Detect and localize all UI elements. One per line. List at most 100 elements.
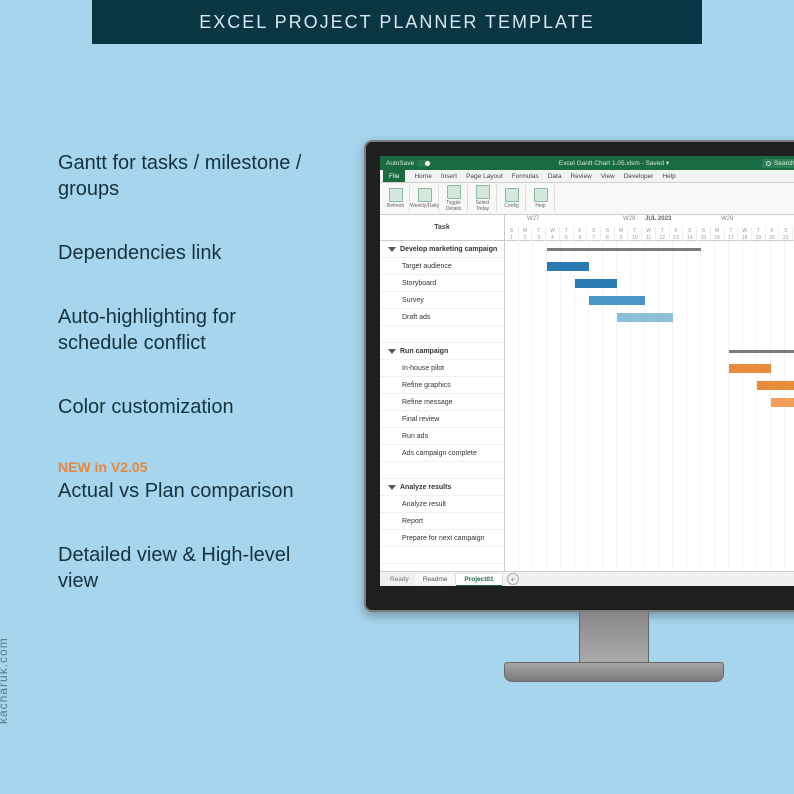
search-icon <box>766 161 771 166</box>
excel-menu: File Home Insert Page Layout Formulas Data Rev… <box>380 170 794 183</box>
gantt-bar[interactable] <box>575 279 617 288</box>
menu-view[interactable]: View <box>601 173 615 180</box>
ribbon-label: Refresh <box>387 203 405 209</box>
task-row[interactable]: Target audience <box>380 258 504 275</box>
ribbon-label: Config <box>504 203 518 209</box>
gantt-bar[interactable] <box>547 262 589 271</box>
menu-developer[interactable]: Developer <box>624 173 654 180</box>
monitor-bezel: AutoSave Excel Gantt Chart 1.05.xlsm - S… <box>364 140 794 612</box>
ribbon-label: Weekly/Daily <box>410 203 439 209</box>
ribbon-icon <box>534 188 548 202</box>
gantt-bar[interactable] <box>729 350 794 353</box>
gantt-bar[interactable] <box>617 313 673 322</box>
task-row[interactable]: Prepare for next campaign <box>380 530 504 547</box>
task-row[interactable]: Analyze result <box>380 496 504 513</box>
day-header: W11 <box>642 227 656 241</box>
menu-page-layout[interactable]: Page Layout <box>466 173 503 180</box>
task-column: Task Develop marketing campaignTarget au… <box>380 215 505 571</box>
gantt-bar[interactable] <box>589 296 645 305</box>
collapse-icon[interactable] <box>388 349 396 354</box>
task-row[interactable]: Run ads <box>380 428 504 445</box>
day-header: S1 <box>505 227 519 241</box>
feature-text: Dependencies link <box>58 240 318 266</box>
ribbon-weekly-daily[interactable]: Weekly/Daily <box>411 185 439 212</box>
grid-column <box>729 241 743 571</box>
grid-column <box>701 241 715 571</box>
timeline: W27 JUL 2023 W28 W29 S1M2T3W4T5F6S7S8M9T… <box>505 215 794 571</box>
grid-column <box>533 241 547 571</box>
ribbon-select-today[interactable]: Select Today <box>469 185 497 212</box>
ribbon-label: Toggle Details <box>440 200 467 212</box>
autosave-toggle[interactable]: AutoSave <box>386 160 431 167</box>
search-placeholder: Search <box>774 160 794 167</box>
grid-column <box>645 241 659 571</box>
ribbon-icon <box>505 188 519 202</box>
monitor-stand-neck <box>579 612 649 662</box>
task-group[interactable]: Run campaign <box>380 343 504 360</box>
grid-column <box>575 241 589 571</box>
day-header: S21 <box>779 227 793 241</box>
gantt-bar[interactable] <box>771 398 794 407</box>
grid-column <box>561 241 575 571</box>
autosave-label: AutoSave <box>386 160 414 167</box>
gantt-bar[interactable] <box>729 364 771 373</box>
day-header: M2 <box>519 227 533 241</box>
grid-column <box>519 241 533 571</box>
day-header: T19 <box>752 227 766 241</box>
day-row: S1M2T3W4T5F6S7S8M9T10W11T12F13S14S15M16T… <box>505 227 794 241</box>
spacer-row <box>380 462 504 479</box>
task-row[interactable]: Report <box>380 513 504 530</box>
feature-item: Color customization <box>58 394 318 420</box>
sheet-tab-readme[interactable]: Readme <box>415 574 457 585</box>
task-row[interactable]: Ads campaign complete <box>380 445 504 462</box>
grid-column <box>631 241 645 571</box>
spacer-row <box>380 326 504 343</box>
menu-insert[interactable]: Insert <box>441 173 457 180</box>
new-badge: NEW in V2.05 <box>58 458 318 476</box>
collapse-icon[interactable] <box>388 247 396 252</box>
feature-list: Gantt for tasks / milestone / groups Depe… <box>58 150 318 632</box>
task-row[interactable]: In-house pilot <box>380 360 504 377</box>
week-label: W27 <box>527 216 539 222</box>
menu-help[interactable]: Help <box>662 173 675 180</box>
month-label: JUL 2023 <box>645 216 671 222</box>
grid-column <box>743 241 757 571</box>
task-row[interactable]: Refine graphics <box>380 377 504 394</box>
task-row[interactable]: Draft ads <box>380 309 504 326</box>
task-row[interactable]: Storyboard <box>380 275 504 292</box>
ribbon-config[interactable]: Config <box>498 185 526 212</box>
menu-home[interactable]: Home <box>414 173 431 180</box>
task-row[interactable]: Survey <box>380 292 504 309</box>
week-label: W29 <box>721 216 733 222</box>
menu-data[interactable]: Data <box>548 173 562 180</box>
add-sheet-button[interactable]: + <box>507 573 519 585</box>
menu-review[interactable]: Review <box>570 173 591 180</box>
gantt-bar[interactable] <box>757 381 794 390</box>
gantt-bar[interactable] <box>547 248 701 251</box>
task-group[interactable]: Analyze results <box>380 479 504 496</box>
search-box[interactable]: Search <box>762 159 794 168</box>
ribbon-help[interactable]: Help <box>527 185 555 212</box>
day-header: M16 <box>711 227 725 241</box>
menu-file[interactable]: File <box>383 170 405 182</box>
day-header: W18 <box>738 227 752 241</box>
grid-column <box>757 241 771 571</box>
toggle-icon[interactable] <box>417 160 431 167</box>
day-header: W4 <box>546 227 560 241</box>
task-group[interactable]: Develop marketing campaign <box>380 241 504 258</box>
feature-item: Gantt for tasks / milestone / groups <box>58 150 318 202</box>
ribbon-toggle-details[interactable]: Toggle Details <box>440 185 468 212</box>
ribbon-refresh[interactable]: Refresh <box>382 185 410 212</box>
task-header: Task <box>380 215 504 241</box>
week-label: W28 <box>623 216 635 222</box>
task-row[interactable]: Refine message <box>380 394 504 411</box>
grid-column <box>589 241 603 571</box>
task-row[interactable]: Final review <box>380 411 504 428</box>
sheet-tab-project01[interactable]: Project01 <box>456 574 502 587</box>
feature-item: Dependencies link <box>58 240 318 266</box>
grid-column <box>617 241 631 571</box>
grid-column <box>687 241 701 571</box>
feature-text: Detailed view & High-level view <box>58 542 318 594</box>
collapse-icon[interactable] <box>388 485 396 490</box>
menu-formulas[interactable]: Formulas <box>512 173 539 180</box>
